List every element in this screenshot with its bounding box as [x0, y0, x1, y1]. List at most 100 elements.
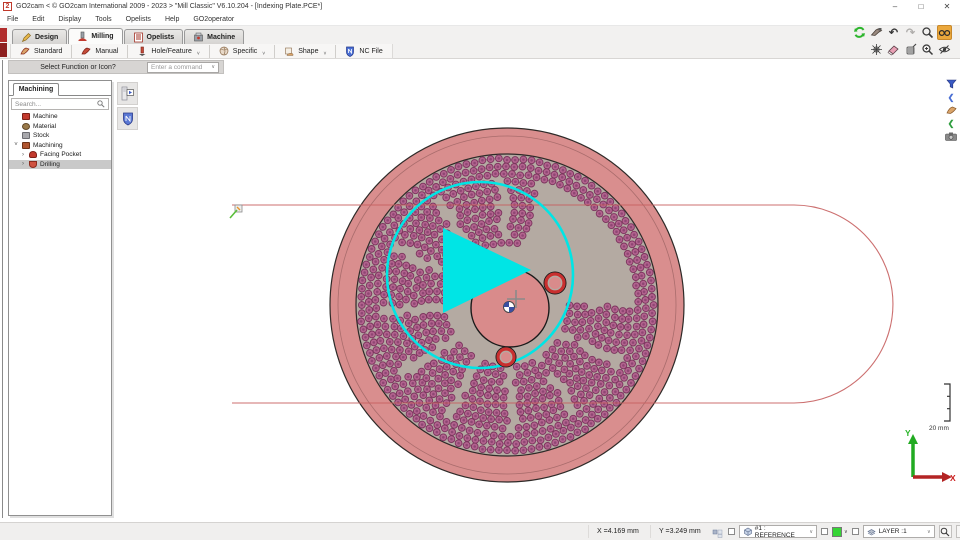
tree-item-machine[interactable]: Machine [9, 112, 111, 122]
regenerate-icon[interactable] [852, 25, 867, 40]
search-icon [97, 100, 105, 108]
tree-search-input[interactable]: Search... [11, 98, 109, 110]
nc-shield-icon [346, 46, 355, 57]
hole-feature-button[interactable]: Hole/Feature ˅ [127, 44, 208, 58]
zoom-window-icon[interactable] [920, 42, 935, 57]
nc-file-button[interactable]: NC File [335, 44, 391, 58]
zoom-icon[interactable] [920, 25, 935, 40]
reference-select[interactable]: #1 : REFERENCE ∨ [739, 525, 817, 539]
tab-design-label: Design [35, 33, 59, 41]
color-checkbox[interactable] [821, 528, 828, 535]
color-picker[interactable]: ∨ [832, 526, 848, 537]
hole-feature-dropdown[interactable]: ˅ [197, 51, 200, 57]
standard-label: Standard [34, 47, 63, 55]
cursor-x-coordinate: X =4.169 mm [588, 525, 650, 538]
tab-milling[interactable]: Milling [68, 28, 123, 44]
properties-button[interactable]: P [955, 525, 960, 538]
tree-item-facing-pocket-label: Facing Pocket [40, 151, 82, 159]
tab-milling-label: Milling [91, 33, 114, 40]
reference-cube-icon [744, 527, 752, 536]
axis-y-label: Y [905, 428, 911, 438]
go2cam-window: 2 GO2cam < © GO2cam International 2009 -… [0, 0, 960, 540]
chevron-down-icon: ∨ [927, 528, 931, 535]
pencil-icon [21, 32, 32, 43]
title-bar: 2 GO2cam < © GO2cam International 2009 -… [0, 0, 960, 13]
tree-item-machining[interactable]: ˅ Machining [9, 141, 111, 151]
tree-item-drilling[interactable]: › Drilling [9, 159, 111, 169]
expand-chevron-icon[interactable]: › [20, 161, 26, 167]
eraser-icon[interactable] [886, 42, 901, 57]
machining-tree: Machine Material Stock ˅ Machining › Facin… [9, 112, 111, 169]
menu-file[interactable]: File [0, 16, 25, 23]
tree-item-material-label: Material [33, 122, 57, 130]
manual-label: Manual [95, 47, 119, 55]
specific-button[interactable]: Specific ˅ [208, 44, 274, 58]
nc-output-button[interactable] [117, 107, 138, 130]
zoom-extents-button[interactable] [938, 525, 952, 538]
ribbon-red-accent-top [0, 28, 7, 42]
workplane-grid-icon[interactable] [712, 526, 724, 538]
tree-item-machining-label: Machining [33, 141, 63, 149]
tree-item-stock[interactable]: Stock [9, 131, 111, 141]
cursor-y-coordinate: Y =3.249 mm [650, 525, 712, 538]
cad-drawing[interactable]: 20 mm Y X [0, 59, 960, 522]
hole-feature-label: Hole/Feature [151, 47, 192, 55]
cad-viewport[interactable]: 20 mm Y X [0, 59, 960, 522]
shape-label: Shape [298, 47, 319, 55]
menu-help[interactable]: Help [158, 16, 186, 23]
snapshot-icon[interactable] [944, 130, 958, 142]
quick-icons-row2 [869, 42, 952, 57]
menu-display[interactable]: Display [51, 16, 88, 23]
view-glasses-icon[interactable] [937, 25, 952, 40]
shape-button[interactable]: Shape ˅ [274, 44, 335, 58]
shape-dropdown[interactable]: ˅ [323, 51, 326, 57]
standard-hand-icon [20, 47, 30, 55]
delete-elements-icon[interactable] [903, 42, 918, 57]
menu-tools[interactable]: Tools [88, 16, 118, 23]
chevron-down-icon: ∨ [809, 528, 813, 535]
collapse-chevron-icon[interactable]: ˅ [13, 142, 19, 148]
maximize-button[interactable]: □ [908, 0, 934, 13]
specific-label: Specific [232, 47, 258, 55]
tree-item-drilling-label: Drilling [40, 160, 60, 168]
specific-icon [219, 46, 229, 56]
material-node-icon [22, 122, 30, 130]
stock-node-icon [22, 132, 30, 140]
tab-design[interactable]: Design [12, 29, 68, 44]
tree-item-machine-label: Machine [33, 113, 58, 121]
collapse-left-blue-icon[interactable]: ❮ [944, 91, 958, 103]
hide-entities-icon[interactable] [937, 42, 952, 57]
minimize-button[interactable]: – [882, 0, 908, 13]
tab-opelists[interactable]: Opelists [123, 29, 184, 44]
tree-item-material[interactable]: Material [9, 122, 111, 132]
redo-icon[interactable]: ↷ [903, 25, 918, 40]
measure-hand-icon[interactable] [869, 25, 884, 40]
reference-checkbox[interactable] [728, 528, 735, 535]
filter-icon[interactable] [944, 78, 958, 90]
machining-tab[interactable]: Machining [13, 83, 59, 96]
hand-tool-icon[interactable] [944, 104, 958, 116]
tree-item-facing-pocket[interactable]: › Facing Pocket [9, 150, 111, 160]
close-button[interactable]: ✕ [934, 0, 960, 13]
machine-icon [193, 32, 204, 43]
standard-button[interactable]: Standard [11, 45, 71, 58]
current-color-swatch [832, 526, 842, 537]
specific-dropdown[interactable]: ˅ [262, 51, 265, 57]
layer-select[interactable]: LAYER :1 ∨ [862, 525, 935, 538]
layer-checkbox[interactable] [851, 528, 859, 535]
milling-toolbar: Standard Manual Hole/Feature ˅ Specific … [10, 44, 393, 59]
selection-web-icon[interactable] [869, 42, 884, 57]
menu-edit[interactable]: Edit [25, 16, 51, 23]
machining-node-icon [22, 141, 30, 149]
scale-label: 20 mm [929, 425, 949, 432]
tab-opelists-label: Opelists [146, 33, 175, 41]
tab-machine[interactable]: Machine [184, 29, 245, 44]
expand-chevron-icon[interactable]: › [20, 152, 26, 158]
menu-opelists[interactable]: Opelists [119, 16, 158, 23]
collapse-left-green-icon[interactable]: ❮ [944, 117, 958, 129]
manual-button[interactable]: Manual [71, 44, 127, 58]
simulation-button[interactable] [117, 82, 138, 105]
menu-go2operator[interactable]: GO2operator [186, 16, 241, 23]
simulation-icon [121, 86, 134, 101]
undo-icon[interactable]: ↶ [886, 25, 901, 40]
